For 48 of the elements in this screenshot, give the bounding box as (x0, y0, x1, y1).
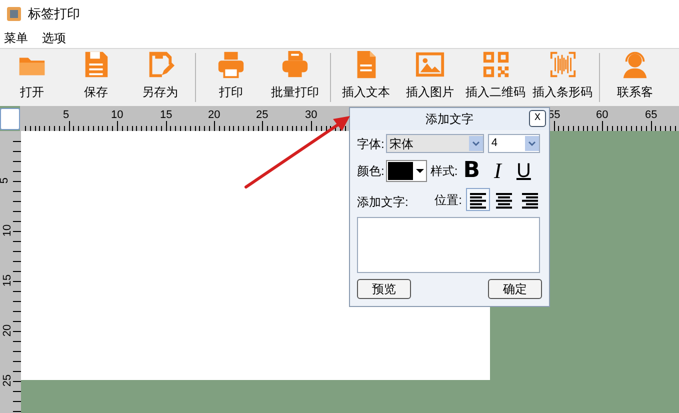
toolbar-button[interactable]: 打印 (199, 49, 263, 106)
close-button[interactable]: X (529, 110, 546, 127)
position-label: 位置: (434, 192, 462, 208)
size-dropdown[interactable]: 4 (488, 134, 540, 153)
menu-item[interactable]: 选项 (42, 29, 66, 47)
font-label: 字体: (357, 136, 384, 152)
ruler-number: 20 (2, 324, 14, 337)
ruler-number: 10 (2, 224, 14, 237)
ruler-number: 15 (160, 108, 172, 123)
app-icon (6, 6, 22, 22)
font-dropdown[interactable]: 宋体 (386, 134, 484, 153)
toolbar-button[interactable]: 插入文本 (334, 49, 398, 106)
underline-button[interactable]: U (512, 159, 536, 183)
ruler-number: 15 (2, 274, 14, 287)
ruler-number: 10 (111, 108, 124, 123)
chevron-down-icon (525, 136, 540, 151)
ruler-number: 60 (596, 108, 608, 123)
toolbar-button[interactable]: 批量打印 (263, 49, 327, 106)
toolbar-button[interactable]: 插入二维码 (462, 49, 529, 106)
style-label: 样式: (430, 163, 458, 180)
toolbar-button[interactable]: 保存 (64, 49, 128, 106)
color-picker[interactable] (386, 160, 428, 182)
ruler-number: 5 (63, 108, 70, 123)
toolbar-button[interactable]: 插入图片 (398, 49, 462, 106)
italic-button[interactable]: I (486, 159, 510, 183)
dialog-button[interactable]: 确定 (488, 279, 542, 299)
dialog-button[interactable]: 预览 (357, 279, 411, 299)
text-label: 添加文字: (357, 194, 408, 211)
bold-button[interactable]: B (460, 159, 484, 183)
dialog-title: 添加文字 (426, 111, 474, 128)
ruler-number: 25 (2, 374, 14, 387)
caret-icon (416, 169, 424, 173)
ruler-number: 5 (0, 177, 11, 184)
menu-item[interactable]: 菜单 (4, 29, 28, 47)
chevron-down-icon (469, 136, 484, 151)
ruler-number: 20 (208, 108, 220, 123)
window-title: 标签打印 (28, 5, 80, 24)
toolbar-button[interactable]: 插入条形码 (529, 49, 596, 106)
toolbar-button[interactable]: 另存为 (128, 49, 192, 106)
ruler-corner (0, 108, 20, 130)
text-input-field[interactable] (357, 217, 540, 273)
align-left-button[interactable] (466, 188, 490, 211)
color-label: 颜色: (357, 163, 384, 180)
ruler-number: 30 (305, 108, 318, 123)
toolbar-button[interactable]: 联系客 (603, 49, 667, 106)
ruler-number: 65 (645, 108, 658, 123)
toolbar-button[interactable]: 打开 (0, 49, 64, 106)
ruler-number: 25 (256, 108, 268, 123)
